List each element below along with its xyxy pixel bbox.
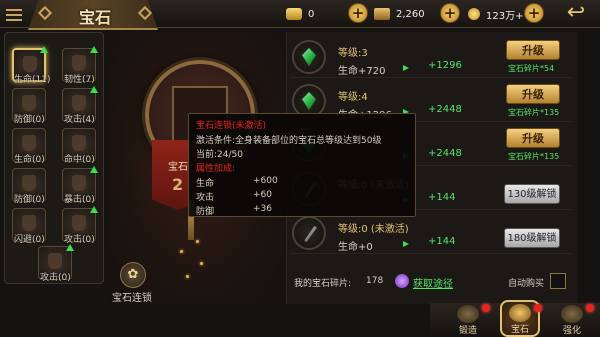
tooltip-stat-name: 防御	[196, 207, 215, 217]
tooltip-stat-value: +36	[253, 204, 272, 214]
sparkle-icon	[196, 240, 199, 243]
back-arrow-icon: ↩	[566, 0, 586, 25]
back-button[interactable]: ↩	[556, 2, 596, 26]
tooltip-title: 宝石连锁(未激活)	[196, 121, 267, 131]
gem-level: 等级:0 (未激活)	[338, 224, 409, 235]
upgrade-arrow-icon	[90, 86, 98, 93]
resource-coin: 123万+	[468, 5, 523, 23]
equipment-icon	[72, 95, 86, 111]
resource-bound-gold: 2,260	[374, 5, 425, 23]
tooltip-stat-name: 生命	[196, 179, 215, 189]
auto-buy-checkbox[interactable]	[550, 273, 566, 289]
gem-combo-button[interactable]: ✿	[120, 262, 146, 288]
upgrade-button[interactable]: 升级	[506, 40, 560, 60]
unlock-button[interactable]: 130级解锁	[504, 184, 560, 204]
slot-label: 生命(11)	[14, 75, 51, 85]
gem-gain: +144	[428, 236, 456, 247]
fragments-value: 178	[366, 276, 384, 286]
gem-combo-label: 宝石连锁	[112, 293, 152, 304]
gem-gain: +1296	[428, 60, 462, 71]
gold-ingot-icon	[286, 8, 302, 20]
tooltip-condition: 激活条件:全身装备部位的宝石总等级达到50级	[196, 136, 382, 146]
equipment-icon	[22, 175, 36, 191]
upgrade-arrow-icon	[90, 46, 98, 53]
banner-number: 2	[172, 175, 184, 194]
gem-fragment-icon	[395, 274, 409, 288]
equipment-icon	[72, 175, 86, 191]
gem-level: 等级:3	[338, 48, 368, 59]
tooltip-stat-name: 攻击	[196, 193, 215, 203]
resource-gold-ingot: 0	[286, 5, 314, 23]
slot-label: 暴击(0)	[64, 195, 95, 205]
slot-label: 韧性(7)	[64, 75, 95, 85]
menu-icon[interactable]	[6, 6, 22, 22]
fragment-cost: 宝石碎片*135	[508, 152, 560, 161]
slot-label: 攻击(0)	[40, 273, 71, 283]
slot-label: 命中(0)	[64, 155, 95, 165]
tooltip-bonus-title: 属性加成:	[196, 164, 236, 174]
arrow-right-icon	[403, 241, 409, 247]
green-gem-icon	[302, 48, 316, 66]
page-title: 宝石	[78, 8, 111, 27]
enhance-icon	[561, 305, 583, 323]
fragments-label: 我的宝石碎片:	[294, 279, 352, 289]
green-gem-icon	[302, 92, 316, 110]
equipment-icon	[72, 55, 86, 71]
sparkle-icon	[200, 262, 203, 265]
anvil-icon	[457, 305, 479, 323]
equipment-icon	[48, 253, 62, 269]
gem-stat: 生命+0	[338, 242, 373, 253]
auto-buy-label: 自动购买	[508, 279, 545, 289]
equipment-icon	[22, 135, 36, 151]
gem-socket[interactable]	[292, 40, 326, 74]
equipment-icon	[72, 215, 86, 231]
notification-dot	[534, 304, 542, 312]
tooltip-stat-value: +60	[253, 190, 272, 200]
equipment-icon	[23, 56, 37, 72]
upgrade-button[interactable]: 升级	[506, 84, 560, 104]
get-source-link[interactable]: 获取途径	[413, 275, 453, 290]
gem-gain: +2448	[428, 148, 462, 159]
gem-gain: +2448	[428, 104, 462, 115]
fragment-cost: 宝石碎片*135	[508, 108, 560, 117]
empty-gem-icon	[304, 226, 317, 242]
coin-icon	[468, 8, 480, 20]
tooltip-stat-value: +600	[253, 176, 278, 186]
upgrade-arrow-icon	[90, 166, 98, 173]
fragment-cost: 宝石碎片*54	[508, 64, 555, 73]
slot-label: 生命(0)	[14, 155, 45, 165]
equipment-icon	[22, 95, 36, 111]
slot-label: 防御(0)	[14, 115, 45, 125]
arrow-right-icon	[403, 65, 409, 71]
add-bound-gold-button[interactable]: +	[440, 3, 460, 23]
upgrade-arrow-icon	[90, 206, 98, 213]
equipment-icon	[22, 215, 36, 231]
upgrade-button[interactable]: 升级	[506, 128, 560, 148]
slot-label: 闪避(0)	[14, 235, 45, 245]
upgrade-arrow-icon	[66, 244, 74, 251]
add-gold-ingot-button[interactable]: +	[348, 3, 368, 23]
gem-tab-icon	[509, 304, 531, 322]
sparkle-icon	[180, 250, 183, 253]
sparkle-icon	[186, 275, 189, 278]
tooltip-current: 当前:24/50	[196, 150, 243, 160]
bound-gold-icon	[374, 8, 390, 20]
notification-dot	[586, 304, 594, 312]
gem-level: 等级:4	[338, 92, 368, 103]
gem-stat: 生命+720	[338, 66, 386, 77]
slot-label: 防御(0)	[14, 195, 45, 205]
equipment-icon	[72, 135, 86, 151]
upgrade-arrow-icon	[40, 46, 48, 53]
unlock-button[interactable]: 180级解锁	[504, 228, 560, 248]
add-coin-button[interactable]: +	[524, 3, 544, 23]
notification-dot	[482, 304, 490, 312]
gem-socket[interactable]	[292, 216, 326, 250]
slot-label: 攻击(4)	[64, 115, 95, 125]
banner-label: 宝石	[168, 162, 188, 173]
lotus-icon: ✿	[127, 267, 139, 282]
gem-gain: +144	[428, 192, 456, 203]
